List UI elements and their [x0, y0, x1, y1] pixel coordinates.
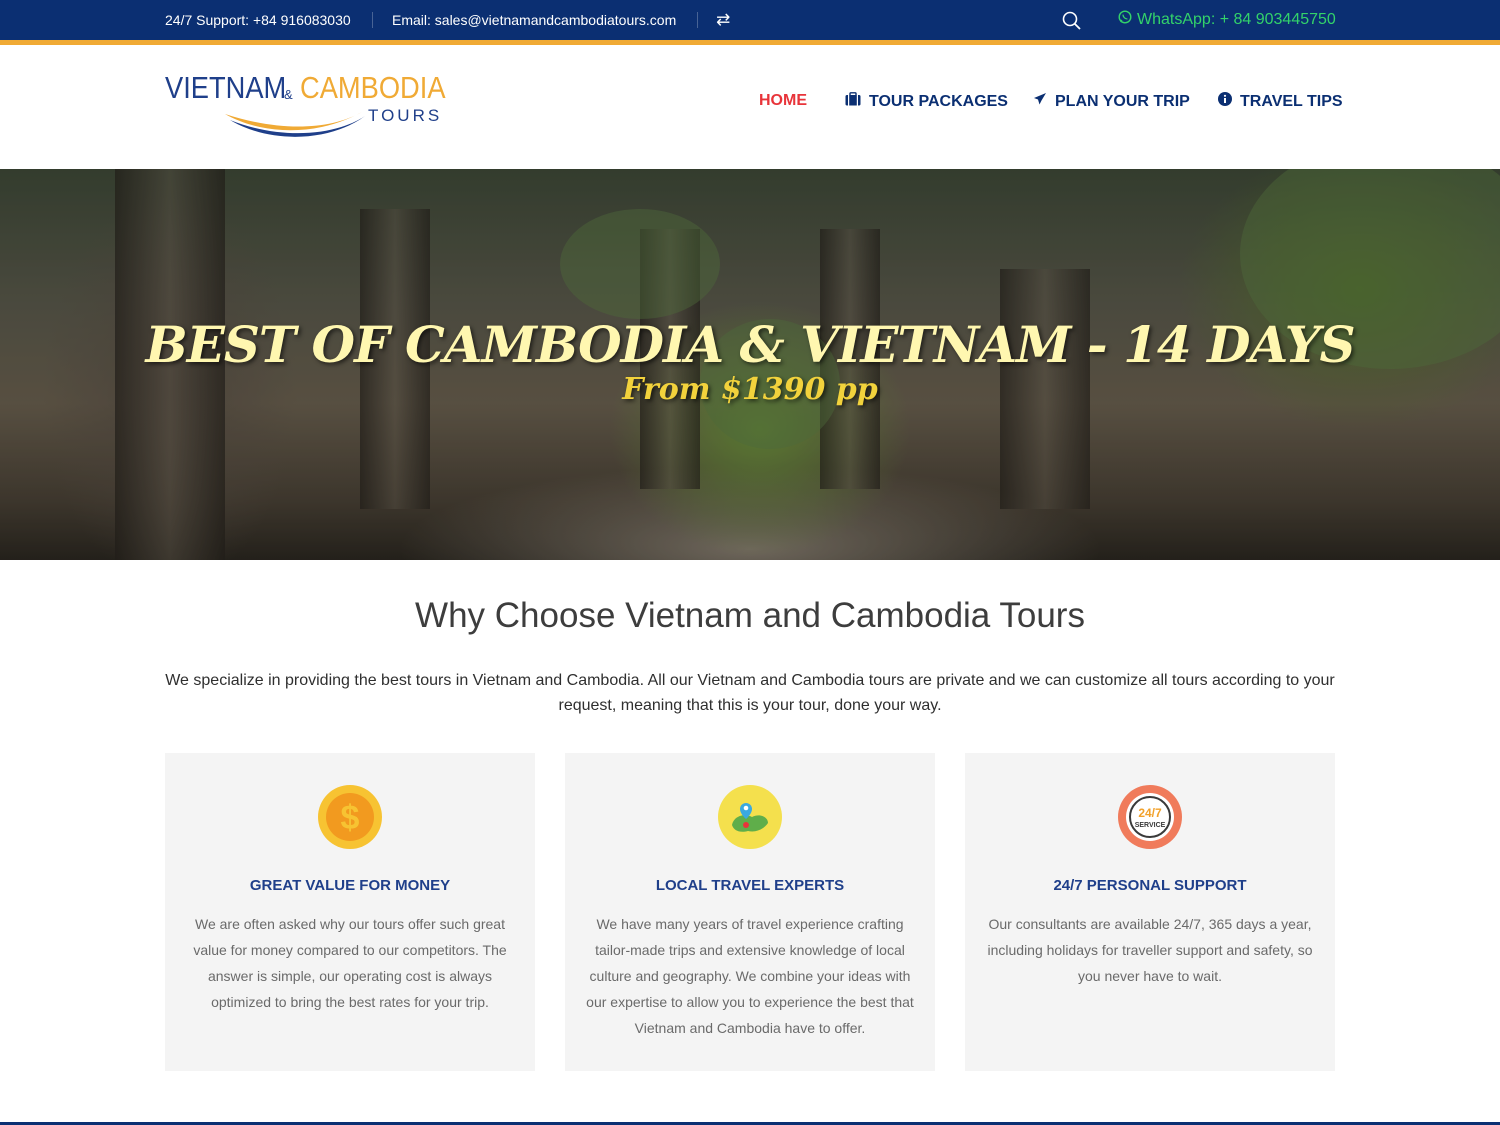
nav-tour-packages-label: TOUR PACKAGES — [869, 92, 1008, 110]
nav-plan-label: PLAN YOUR TRIP — [1055, 92, 1190, 110]
logo-word-vietnam: VIETNAM — [165, 70, 287, 105]
badge-24-7: 24/7 — [1138, 806, 1162, 820]
divider — [372, 12, 373, 28]
site-header: VIETNAM & CAMBODIA TOURS HOME TOUR PACKA… — [0, 45, 1500, 169]
logo-ampersand: & — [284, 87, 293, 102]
logo-word-tours: TOURS — [368, 106, 443, 125]
support-email[interactable]: Email: sales@vietnamandcambodiatours.com — [392, 12, 676, 28]
nav-home-label: HOME — [759, 92, 807, 109]
logo-word-cambodia: CAMBODIA — [300, 70, 446, 105]
nav-home[interactable]: HOME — [759, 92, 807, 110]
hero-banner[interactable]: BEST OF CAMBODIA & VIETNAM - 14 DAYS Fro… — [0, 169, 1500, 560]
service-24-7-icon: 24/7 SERVICE — [1116, 783, 1184, 851]
feature-text: We are often asked why our tours offer s… — [193, 916, 507, 1010]
whatsapp-icon — [1118, 10, 1132, 29]
nav-tour-packages[interactable]: TOUR PACKAGES — [845, 92, 1008, 111]
whatsapp-label: WhatsApp: + 84 903445750 — [1137, 10, 1336, 28]
plane-icon — [1033, 92, 1047, 111]
feature-text: Our consultants are available 24/7, 365 … — [987, 916, 1313, 984]
info-icon — [1218, 92, 1232, 111]
logo-swoosh-icon — [225, 112, 365, 137]
feature-title: 24/7 PERSONAL SUPPORT — [1053, 877, 1247, 894]
dollar-coin-icon: $ — [316, 783, 384, 851]
hero-title: BEST OF CAMBODIA & VIETNAM - 14 DAYS — [145, 315, 1355, 374]
svg-text:$: $ — [341, 799, 360, 837]
nav-plan-your-trip[interactable]: PLAN YOUR TRIP — [1033, 92, 1190, 111]
feature-card-value: $ GREAT VALUE FOR MONEY We are often ask… — [165, 753, 535, 1071]
feature-card-experts: LOCAL TRAVEL EXPERTS We have many years … — [565, 753, 935, 1071]
site-logo[interactable]: VIETNAM & CAMBODIA TOURS — [165, 68, 446, 143]
feature-text: We have many years of travel experience … — [586, 916, 914, 1036]
nav-travel-tips-label: TRAVEL TIPS — [1240, 92, 1343, 110]
top-bar: 24/7 Support: +84 916083030 Email: sales… — [0, 0, 1500, 40]
section-intro: We specialize in providing the best tour… — [165, 672, 1335, 714]
divider — [697, 12, 698, 28]
nav-travel-tips[interactable]: TRAVEL TIPS — [1218, 92, 1343, 111]
map-pin-icon — [716, 783, 784, 851]
feature-title: GREAT VALUE FOR MONEY — [249, 877, 451, 894]
whatsapp-link[interactable]: WhatsApp: + 84 903445750 — [1118, 10, 1336, 29]
section-title: Why Choose Vietnam and Cambodia Tours — [415, 596, 1085, 635]
feature-title: LOCAL TRAVEL EXPERTS — [655, 877, 845, 894]
hero-price: From $1390 pp — [622, 372, 878, 407]
badge-service: SERVICE — [1135, 822, 1166, 829]
swap-arrows-icon[interactable]: ⇄ — [716, 10, 730, 30]
suitcase-icon — [845, 92, 861, 111]
feature-card-support: 24/7 SERVICE 24/7 PERSONAL SUPPORT Our c… — [965, 753, 1335, 1071]
support-phone[interactable]: 24/7 Support: +84 916083030 — [165, 12, 351, 28]
search-icon[interactable] — [1062, 11, 1082, 31]
